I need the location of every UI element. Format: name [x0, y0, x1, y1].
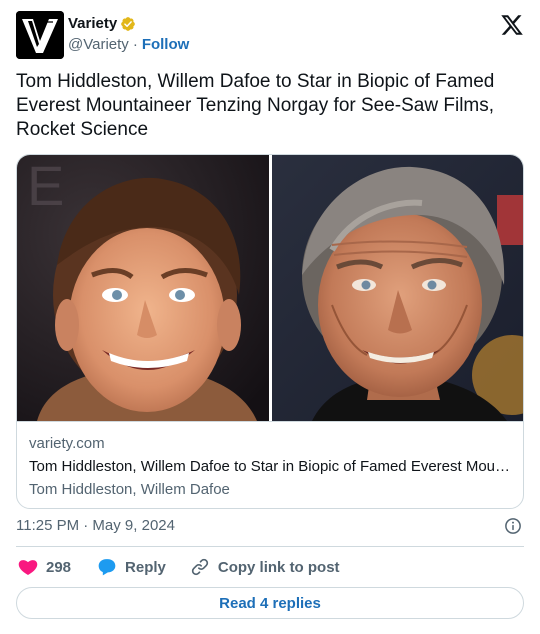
link-preview-card[interactable]: E variety.com Tom Hiddleston, Willem Daf… [16, 154, 524, 509]
x-logo-icon[interactable] [500, 13, 524, 37]
timestamp-row: 11:25 PM · May 9, 2024 [16, 515, 524, 537]
post-timestamp[interactable]: 11:25 PM · May 9, 2024 [16, 517, 175, 534]
divider [16, 546, 524, 547]
reply-button[interactable]: Reply [97, 557, 166, 577]
post-text: Tom Hiddleston, Willem Dafoe to Star in … [16, 71, 495, 140]
read-replies-button[interactable]: Read 4 replies [16, 587, 524, 619]
svg-text:E: E [27, 155, 64, 217]
display-name[interactable]: Variety [68, 15, 117, 32]
speech-bubble-icon [98, 559, 116, 576]
heart-icon [18, 560, 38, 575]
follow-button[interactable]: Follow [142, 36, 190, 53]
reply-label: Reply [125, 558, 166, 576]
copy-link-label: Copy link to post [217, 558, 340, 576]
link-preview-image: E [17, 155, 523, 421]
link-icon [191, 558, 209, 576]
photo-tom-hiddleston: E [17, 155, 269, 421]
link-domain: variety.com [29, 435, 105, 452]
post-header: Variety @Variety · Follow [16, 11, 524, 61]
link-preview-meta: variety.com Tom Hiddleston, Willem Dafoe… [17, 421, 523, 508]
like-button[interactable]: 298 [18, 557, 71, 577]
link-description: Tom Hiddleston, Willem Dafoe [29, 481, 230, 498]
separator: · [132, 36, 138, 53]
photo-willem-dafoe [272, 155, 523, 421]
handle-row: @Variety · Follow [68, 36, 189, 53]
embedded-post: Variety @Variety · Follow Tom Hiddleston… [0, 0, 540, 634]
action-bar: 298 Reply Copy link to post [16, 555, 524, 579]
variety-v-logo [16, 11, 64, 59]
handle[interactable]: @Variety [68, 36, 129, 53]
link-title: Tom Hiddleston, Willem Dafoe to Star in … [29, 458, 513, 475]
copy-link-button[interactable]: Copy link to post [190, 557, 340, 577]
verified-badge-icon [121, 16, 136, 31]
like-count: 298 [46, 558, 72, 576]
avatar[interactable] [16, 11, 64, 59]
info-circle-icon[interactable] [504, 517, 522, 535]
name-row: Variety [68, 15, 136, 32]
